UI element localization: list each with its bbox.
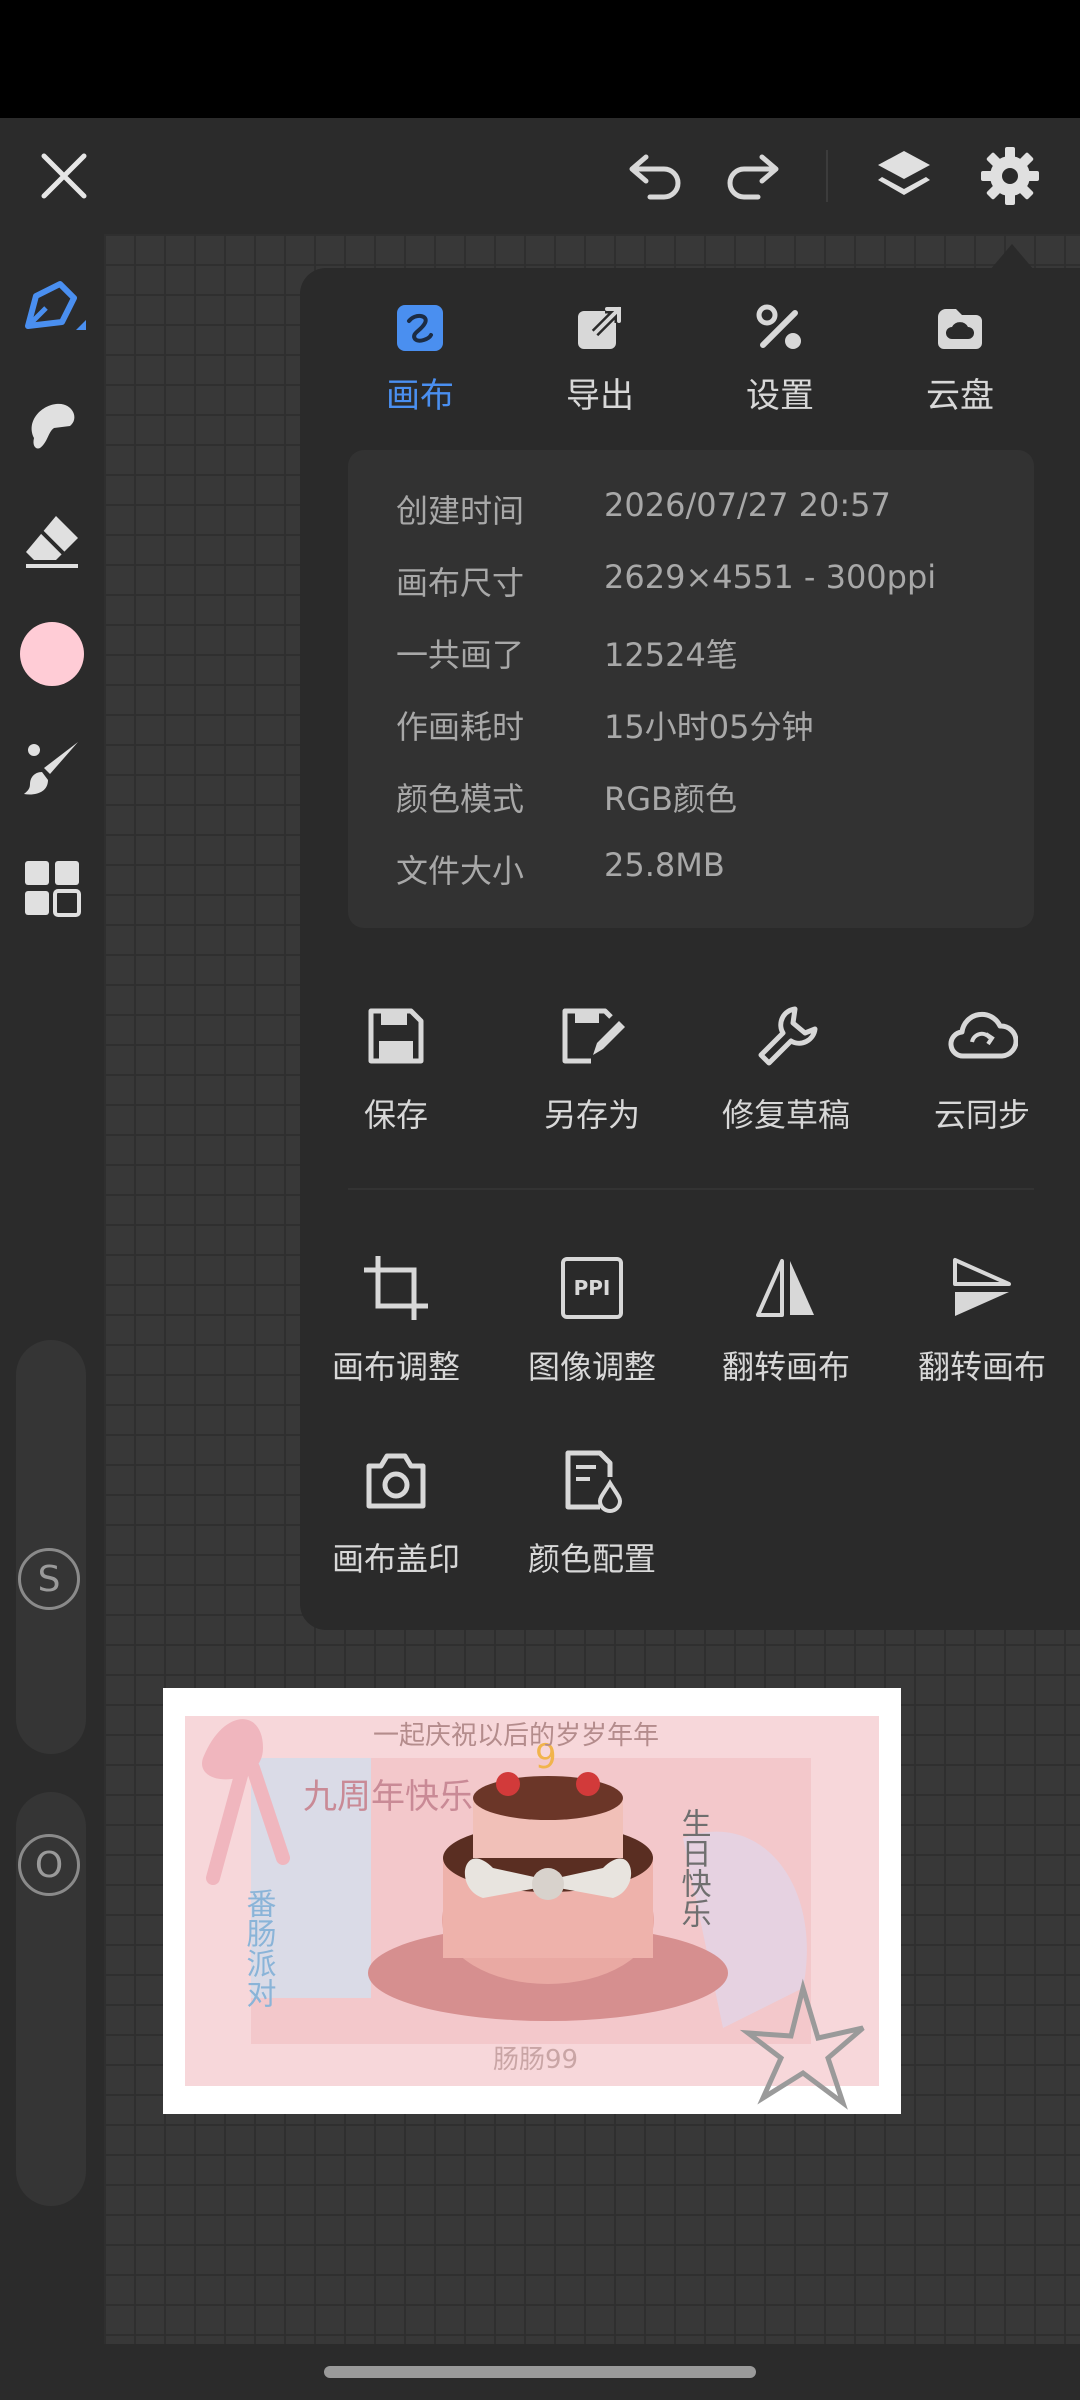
action-label: 画布盖印 <box>331 1540 460 1578</box>
tab-label: 云盘 <box>926 376 994 416</box>
color-config-icon <box>552 1440 632 1520</box>
action-label: 另存为 <box>543 1096 640 1134</box>
save-as-button[interactable]: 另存为 <box>494 996 690 1136</box>
color-config-button[interactable]: 颜色配置 <box>494 1440 690 1580</box>
cloud-sync-icon <box>942 996 1022 1076</box>
artwork-top-text: 一起庆祝以后的岁岁年年 <box>373 1721 659 1751</box>
panel-caret <box>990 244 1034 270</box>
action-label: 图像调整 <box>527 1348 656 1386</box>
tab-settings[interactable]: 设置 <box>710 300 850 417</box>
tab-export[interactable]: 导出 <box>530 300 670 417</box>
info-value: 15小时05分钟 <box>604 708 814 746</box>
color-swatch[interactable] <box>12 614 92 694</box>
info-key: 作画耗时 <box>396 708 525 746</box>
tab-cloud-drive[interactable]: 云盘 <box>890 300 1030 417</box>
info-key: 一共画了 <box>396 636 525 674</box>
artwork-side-text: 番肠派对 <box>241 1888 277 2008</box>
action-label: 翻转画布 <box>721 1348 850 1386</box>
ppi-icon-text: PPI <box>561 1257 623 1319</box>
action-label: 保存 <box>363 1096 428 1134</box>
action-label: 修复草稿 <box>721 1096 850 1134</box>
tab-label: 画布 <box>386 376 454 416</box>
tab-canvas[interactable]: 画布 <box>350 300 490 417</box>
wrench-icon <box>746 996 826 1076</box>
tab-label: 设置 <box>746 376 814 416</box>
artwork-right-text: 生日快乐 <box>676 1808 712 1928</box>
artwork-preview[interactable]: 9 一起庆祝以后的岁岁年年 九周年快乐 生日快乐 番肠派对 肠肠99 <box>163 1688 901 2114</box>
save-as-icon <box>552 996 632 1076</box>
info-key: 画布尺寸 <box>396 564 525 602</box>
action-label: 画布调整 <box>331 1348 460 1386</box>
info-value: 25.8MB <box>604 846 725 884</box>
toolbar-separator <box>826 150 828 202</box>
cloud-sync-button[interactable]: 云同步 <box>884 996 1080 1136</box>
canvas-info-card: 创建时间 2026/07/27 20:57 画布尺寸 2629×4551 - 300… <box>348 450 1034 928</box>
artwork-bottom-text: 肠肠99 <box>493 2045 578 2075</box>
undo-icon[interactable] <box>616 136 696 216</box>
grid-menu-icon[interactable] <box>12 848 92 928</box>
image-adjust-button[interactable]: PPI 图像调整 <box>494 1248 690 1388</box>
info-value: RGB颜色 <box>604 780 737 818</box>
close-icon[interactable] <box>24 136 104 216</box>
save-icon <box>356 996 436 1076</box>
eraser-tool-icon[interactable] <box>12 500 92 580</box>
canvas-icon <box>392 300 448 356</box>
repair-draft-button[interactable]: 修复草稿 <box>688 996 884 1136</box>
canvas-adjust-button[interactable]: 画布调整 <box>298 1248 494 1388</box>
opacity-slider[interactable]: O <box>16 1792 86 2206</box>
info-value: 2026/07/27 20:57 <box>604 486 891 524</box>
redo-icon[interactable] <box>712 136 792 216</box>
info-key: 颜色模式 <box>396 780 525 818</box>
flip-vertical-button[interactable]: 翻转画布 <box>884 1248 1080 1388</box>
size-slider-knob[interactable]: S <box>18 1548 80 1610</box>
canvas-stamp-button[interactable]: 画布盖印 <box>298 1440 494 1580</box>
paint-brush-icon[interactable] <box>12 728 92 808</box>
save-button[interactable]: 保存 <box>298 996 494 1136</box>
brush-size-slider[interactable]: S <box>16 1340 86 1754</box>
smudge-tool-icon[interactable] <box>12 384 92 464</box>
brush-tool-icon[interactable] <box>12 270 92 350</box>
flip-horizontal-icon <box>746 1248 826 1328</box>
info-key: 创建时间 <box>396 492 525 530</box>
opacity-slider-knob[interactable]: O <box>18 1834 80 1896</box>
home-indicator[interactable] <box>324 2366 756 2378</box>
layers-icon[interactable] <box>864 136 944 216</box>
flip-vertical-icon <box>942 1248 1022 1328</box>
camera-icon <box>356 1440 436 1520</box>
export-icon <box>572 300 628 356</box>
info-value: 2629×4551 - 300ppi <box>604 558 937 596</box>
cloud-drive-icon <box>932 300 988 356</box>
info-key: 文件大小 <box>396 852 525 890</box>
artwork-left-text: 九周年快乐 <box>303 1777 473 1817</box>
action-label: 颜色配置 <box>527 1540 656 1578</box>
crop-icon <box>356 1248 436 1328</box>
tab-label: 导出 <box>566 376 634 416</box>
ppi-icon: PPI <box>552 1248 632 1328</box>
info-value: 12524笔 <box>604 636 738 674</box>
action-label: 翻转画布 <box>917 1348 1046 1386</box>
flip-horizontal-button[interactable]: 翻转画布 <box>688 1248 884 1388</box>
tools-icon <box>752 300 808 356</box>
action-label: 云同步 <box>933 1096 1030 1134</box>
status-bar <box>0 0 1080 118</box>
gear-icon[interactable] <box>970 136 1050 216</box>
section-divider <box>348 1188 1034 1190</box>
